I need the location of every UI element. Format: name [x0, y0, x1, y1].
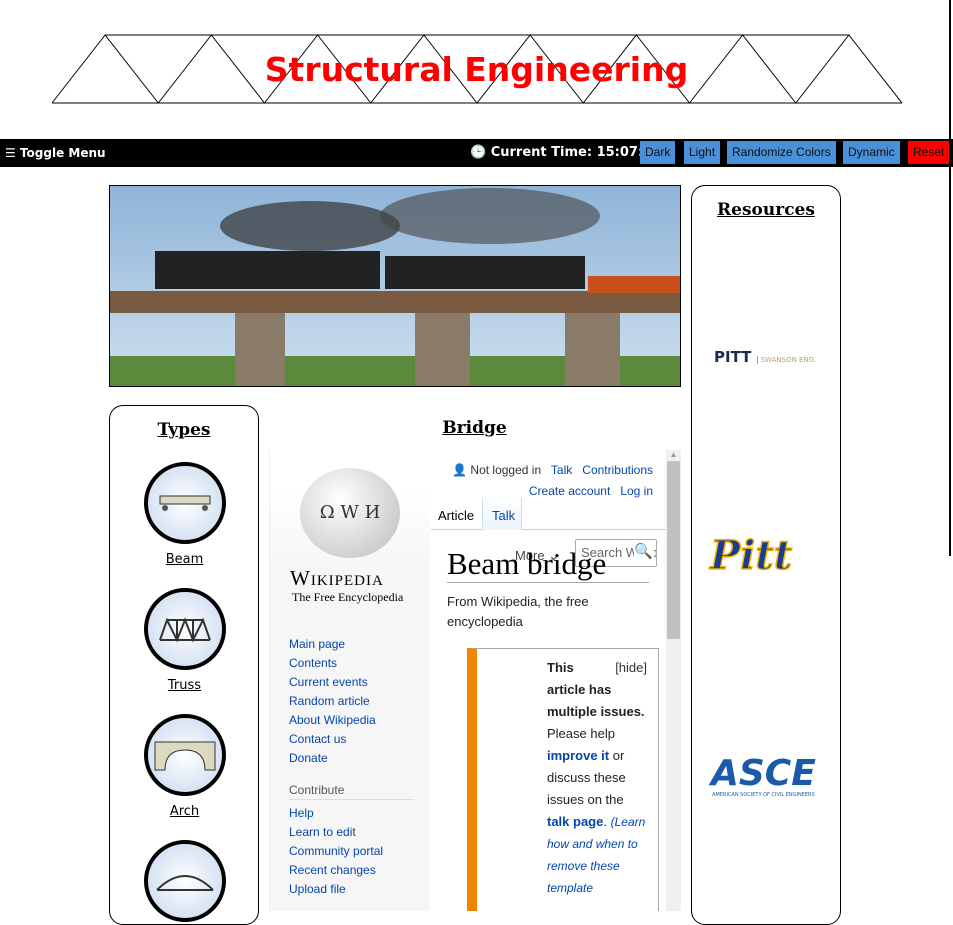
article-subtitle: From Wikipedia, the free encyclopedia: [447, 594, 589, 629]
tab-talk[interactable]: Talk: [482, 498, 522, 530]
talk-page-link[interactable]: talk page: [547, 814, 603, 829]
multiple-issues-notice: [hide] This article has multiple issues. …: [467, 648, 659, 911]
dynamic-button[interactable]: Dynamic: [843, 141, 900, 164]
wikipedia-globe-logo[interactable]: Ω W И: [300, 468, 400, 558]
type-beam[interactable]: Beam: [110, 462, 259, 567]
site-header: Structural Engineering: [0, 0, 953, 139]
wiki-nav-main-page[interactable]: Main page: [289, 635, 414, 654]
randomize-colors-button[interactable]: Randomize Colors: [727, 141, 836, 164]
tied-arch-icon: [143, 840, 226, 922]
dark-button[interactable]: Dark: [640, 141, 676, 164]
wikipedia-wordmark: Wikipedia: [290, 566, 384, 590]
wiki-learn-to-edit[interactable]: Learn to edit: [289, 823, 414, 842]
wiki-account-links: Create account Log in: [529, 482, 653, 501]
reset-button[interactable]: Reset: [908, 141, 950, 164]
wiki-nav-random-article[interactable]: Random article: [289, 692, 414, 711]
tab-underline: [431, 529, 666, 530]
wikipedia-embed: Ω W И Wikipedia The Free Encyclopedia Ma…: [269, 450, 681, 911]
wiki-nav-list: Main page Contents Current events Random…: [289, 635, 414, 899]
wiki-scrollbar[interactable]: ▲: [666, 450, 681, 911]
tab-article[interactable]: Article: [438, 508, 474, 523]
arch-icon: [143, 714, 226, 796]
wiki-upload-file[interactable]: Upload file: [289, 880, 414, 899]
log-in-link[interactable]: Log in: [620, 484, 653, 498]
pitt-swanson-logo[interactable]: PITT SWANSON ENG.: [714, 348, 817, 366]
wiki-sidebar: Ω W И Wikipedia The Free Encyclopedia Ma…: [270, 450, 430, 911]
type-arch-bridge[interactable]: [110, 840, 259, 922]
user-icon: 👤: [452, 463, 468, 477]
resources-panel: Resources PITT SWANSON ENG. Pitt ASCE AME…: [691, 185, 841, 925]
pitt-logo[interactable]: Pitt: [709, 531, 793, 580]
resources-heading: Resources: [717, 200, 815, 220]
wiki-recent-changes[interactable]: Recent changes: [289, 861, 414, 880]
wiki-nav-about[interactable]: About Wikipedia: [289, 711, 414, 730]
article-title: Beam bridge: [447, 546, 649, 583]
wiki-help[interactable]: Help: [289, 804, 414, 823]
wiki-contributions-link[interactable]: Contributions: [582, 463, 653, 477]
type-arch[interactable]: Arch: [110, 714, 259, 819]
type-truss[interactable]: Truss: [110, 588, 259, 693]
hide-link[interactable]: [hide]: [615, 657, 647, 679]
wiki-talk-link[interactable]: Talk: [551, 463, 572, 477]
site-title: Structural Engineering: [264, 50, 689, 89]
wikipedia-tagline: The Free Encyclopedia: [292, 590, 404, 604]
beam-icon: [143, 462, 226, 544]
wiki-user-links: 👤 Not logged in Talk Contributions: [452, 463, 653, 477]
top-nav-bar: ☰ Toggle Menu 🕒 Current Time: 15:07:47 D…: [0, 139, 953, 167]
types-panel: Types Beam Truss Arch: [109, 405, 259, 925]
types-heading: Types: [157, 420, 211, 440]
hero-train-bridge-image: [109, 185, 681, 387]
asce-logo[interactable]: ASCE AMERICAN SOCIETY OF CIVIL ENGINEERS: [711, 756, 816, 799]
wiki-contribute-heading: Contribute: [289, 783, 414, 800]
wiki-community-portal[interactable]: Community portal: [289, 842, 414, 861]
wiki-nav-contents[interactable]: Contents: [289, 654, 414, 673]
toggle-menu-button[interactable]: ☰ Toggle Menu: [5, 146, 106, 160]
page-edge-line: [949, 0, 951, 556]
light-button[interactable]: Light: [684, 141, 721, 164]
current-time: 🕒 Current Time: 15:07:47: [470, 145, 662, 160]
wiki-nav-contact[interactable]: Contact us: [289, 730, 414, 749]
wiki-nav-current-events[interactable]: Current events: [289, 673, 414, 692]
notice-text: [hide] This article has multiple issues. …: [547, 657, 647, 899]
wiki-nav-donate[interactable]: Donate: [289, 749, 414, 768]
improve-link[interactable]: improve it: [547, 748, 609, 763]
scroll-thumb[interactable]: [667, 461, 680, 639]
bridge-heading: Bridge: [442, 418, 507, 438]
truss-icon: [143, 588, 226, 670]
clock-icon: 🕒: [470, 145, 487, 160]
create-account-link[interactable]: Create account: [529, 484, 610, 498]
